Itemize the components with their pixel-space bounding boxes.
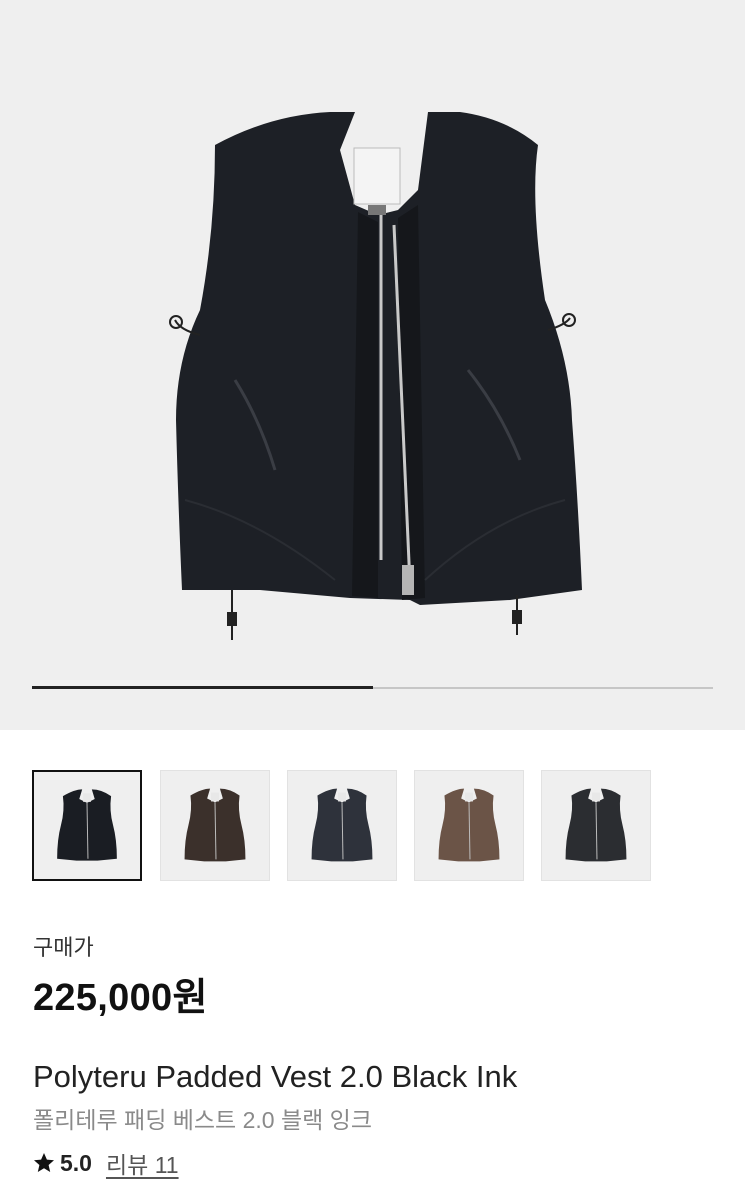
- rating-value: 5.0: [60, 1149, 92, 1176]
- vest-charcoal-thumbnail[interactable]: [287, 770, 397, 881]
- price-label: 구매가: [33, 935, 94, 960]
- star-icon: [34, 1153, 54, 1172]
- review-count-link[interactable]: 리뷰 11: [106, 1146, 179, 1180]
- vest-black-thumbnail[interactable]: [32, 770, 142, 881]
- vest-black-image: [57, 789, 117, 861]
- padded-vest-black-image: [169, 112, 582, 640]
- vest-charcoal-image: [311, 788, 373, 862]
- vest-grey-image: [565, 788, 627, 862]
- image-carousel-progress-indicator: [32, 686, 373, 689]
- product-rating: 5.0 리뷰 11: [32, 1148, 179, 1178]
- product-name-korean: 폴리테루 패딩 베스트 2.0 블랙 잉크: [33, 1107, 373, 1133]
- vest-mocha-image: [438, 788, 500, 862]
- vest-brown-thumbnail[interactable]: [160, 770, 270, 881]
- vest-brown-image: [184, 788, 246, 862]
- image-carousel-progress-track: [32, 686, 713, 689]
- product-name-english: Polyteru Padded Vest 2.0 Black Ink: [33, 1059, 518, 1094]
- product-image-gallery[interactable]: [0, 0, 745, 730]
- vest-mocha-thumbnail[interactable]: [414, 770, 524, 881]
- vest-grey-thumbnail[interactable]: [541, 770, 651, 881]
- thumbnail-strip: [32, 770, 713, 882]
- product-price: 225,000원: [33, 977, 208, 1019]
